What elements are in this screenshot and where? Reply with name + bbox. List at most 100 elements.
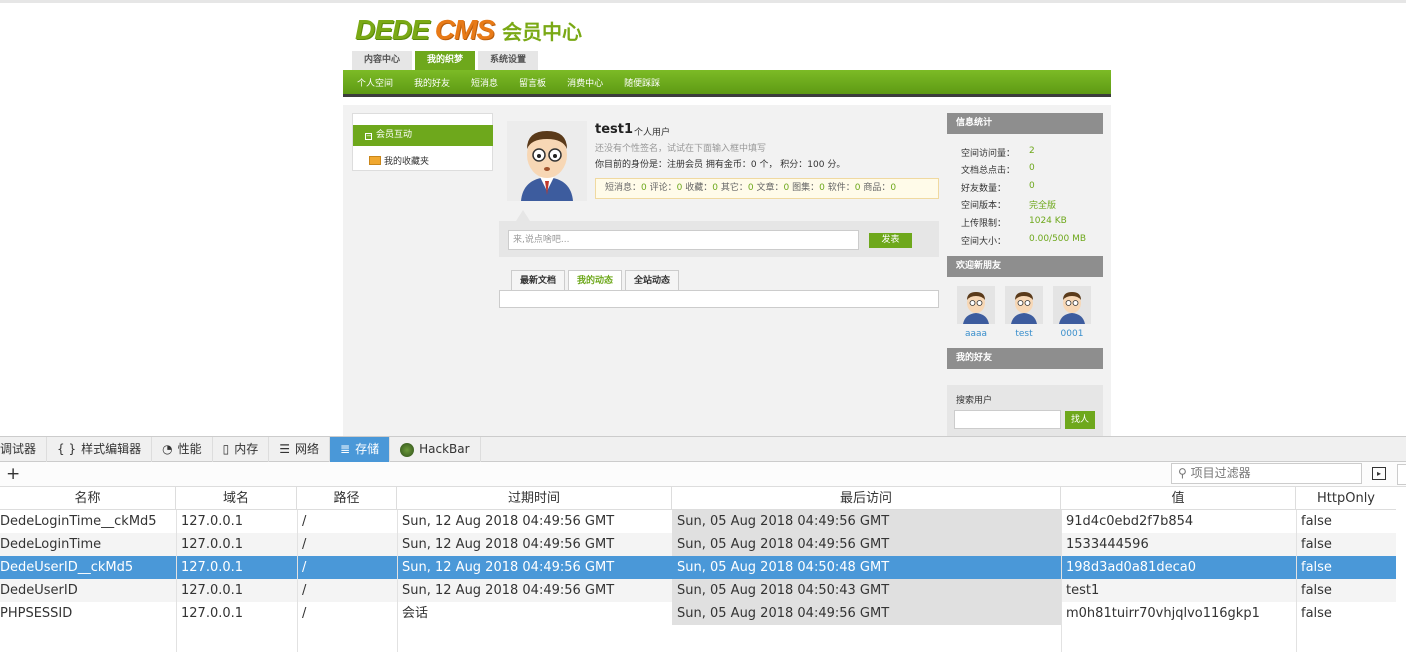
tab-storage[interactable]: ≣ 存储 — [330, 437, 391, 462]
storage-icon: ≣ — [340, 442, 351, 456]
left-menu-active-label: 会员互动 — [376, 130, 413, 140]
column-last-accessed[interactable]: 最后访问 — [672, 487, 1061, 510]
cell-httponly: false — [1301, 583, 1332, 598]
info-stat-label: 空间访问量： — [961, 149, 1016, 159]
friend-avatar-icon — [957, 286, 995, 324]
cell-last-accessed: Sun, 05 Aug 2018 04:49:56 GMT — [672, 602, 1061, 625]
column-path[interactable]: 路径 — [297, 487, 397, 510]
main-tabs: 内容中心 我的织梦 系统设置 — [352, 51, 539, 70]
left-menu-favorites[interactable]: 我的收藏夹 — [369, 154, 429, 167]
subnav-personal-space[interactable]: 个人空间 — [357, 76, 393, 89]
tab-my-activity[interactable]: 我的动态 — [568, 270, 623, 291]
column-divider — [176, 510, 177, 652]
user-avatar[interactable] — [507, 121, 587, 201]
cell-domain: 127.0.0.1 — [181, 583, 244, 598]
style-editor-label: 样式编辑器 — [81, 442, 142, 456]
tab-system-settings[interactable]: 系统设置 — [478, 51, 539, 70]
info-stat-row: 空间访问量： 2 — [961, 146, 1035, 159]
say-input[interactable]: 来,说点啥吧... — [508, 230, 859, 250]
add-item-icon[interactable]: + — [6, 464, 20, 484]
friend-card[interactable]: 0001 — [1053, 286, 1091, 339]
stat-label: 商品： — [863, 183, 891, 193]
friend-card[interactable]: aaaa — [957, 286, 995, 339]
info-stat-label: 空间版本： — [961, 201, 1007, 211]
left-menu: − 会员互动 我的收藏夹 — [352, 113, 493, 171]
info-stat-row: 好友数量： 0 — [961, 181, 1035, 194]
info-stat-row: 空间大小： 0.00/500 MB — [961, 234, 1086, 247]
column-httponly[interactable]: HttpOnly — [1296, 487, 1396, 510]
storage-label: 存储 — [355, 442, 380, 456]
friend-card[interactable]: test — [1005, 286, 1043, 339]
tab-network[interactable]: ☰ 网络 — [269, 437, 331, 462]
stat-value: 0 — [854, 183, 861, 193]
tab-debugger[interactable]: 调试器 — [0, 437, 48, 462]
user-search-input[interactable] — [954, 410, 1061, 429]
tab-performance[interactable]: ◔ 性能 — [152, 437, 213, 462]
subnav-my-friends[interactable]: 我的好友 — [414, 76, 450, 89]
table-row-selected[interactable]: DedeUserID__ckMd5 127.0.0.1 / Sun, 12 Au… — [0, 556, 1396, 579]
subnav-random-browse[interactable]: 随便踩踩 — [624, 76, 660, 89]
stat-value: 0 — [890, 183, 897, 193]
performance-label: 性能 — [177, 442, 202, 456]
info-stat-value: 0 — [1029, 181, 1035, 191]
table-row[interactable]: PHPSESSID 127.0.0.1 / 会话 Sun, 05 Aug 201… — [0, 602, 1396, 625]
column-expires[interactable]: 过期时间 — [397, 487, 672, 510]
tab-latest-docs[interactable]: 最新文档 — [511, 270, 566, 291]
stat-value: 0 — [783, 183, 790, 193]
cell-path: / — [302, 537, 307, 552]
site-logo[interactable]: DEDE CMS 会员中心 — [355, 14, 582, 46]
tab-content-center[interactable]: 内容中心 — [352, 51, 413, 70]
info-stat-value: 完全版 — [1029, 201, 1057, 211]
column-domain[interactable]: 域名 — [176, 487, 297, 510]
friend-name[interactable]: aaaa — [957, 329, 995, 339]
stat-value: 0 — [712, 183, 718, 193]
table-row[interactable]: DedeLoginTime 127.0.0.1 / Sun, 12 Aug 20… — [0, 533, 1396, 556]
subnav-consumption-center[interactable]: 消费中心 — [567, 76, 603, 89]
tab-hackbar[interactable]: HackBar — [390, 437, 481, 462]
friend-avatar — [1005, 286, 1043, 324]
cell-expires: 会话 — [402, 606, 429, 621]
sub-nav: 个人空间 我的好友 短消息 留言板 消费中心 随便踩踩 — [343, 70, 1111, 94]
cell-domain: 127.0.0.1 — [181, 560, 244, 575]
stat-value: 0 — [819, 183, 825, 193]
cell-name: DedeLoginTime__ckMd5 — [0, 514, 157, 529]
table-row[interactable]: DedeLoginTime__ckMd5 127.0.0.1 / Sun, 12… — [0, 510, 1396, 533]
friend-avatar-icon — [1053, 286, 1091, 324]
subnav-guestbook[interactable]: 留言板 — [519, 76, 546, 89]
filter-input[interactable]: ⚲ 项目过滤器 — [1171, 463, 1362, 484]
toggle-sidebar-icon[interactable]: ▸ — [1372, 467, 1386, 480]
find-user-button[interactable]: 找人 — [1065, 411, 1095, 429]
column-name[interactable]: 名称 — [0, 487, 176, 510]
cell-httponly: false — [1301, 560, 1332, 575]
stat-label: 评论： — [649, 183, 677, 193]
info-stat-label: 空间大小： — [961, 237, 1007, 247]
cell-domain: 127.0.0.1 — [181, 606, 244, 621]
left-menu-member-interaction[interactable]: − 会员互动 — [353, 125, 493, 146]
cell-path: / — [302, 514, 307, 529]
table-row[interactable]: DedeUserID 127.0.0.1 / Sun, 12 Aug 2018 … — [0, 579, 1396, 602]
tab-memory[interactable]: ▯ 内存 — [213, 437, 270, 462]
avatar-cartoon-icon — [507, 121, 587, 201]
info-stat-value: 1024 KB — [1029, 216, 1067, 226]
left-menu-favorites-label: 我的收藏夹 — [384, 157, 430, 167]
friend-name[interactable]: 0001 — [1053, 329, 1091, 339]
cell-domain: 127.0.0.1 — [181, 537, 244, 552]
info-stat-row: 文档总点击： 0 — [961, 163, 1035, 176]
user-signature: 还没有个性签名，试试在下面输入框中填写 — [595, 144, 767, 154]
memory-label: 内存 — [234, 442, 259, 456]
column-value[interactable]: 值 — [1061, 487, 1296, 510]
feed-panel — [499, 290, 939, 308]
cell-expires: Sun, 12 Aug 2018 04:49:56 GMT — [402, 583, 615, 598]
logo-member-center-text: 会员中心 — [502, 19, 583, 44]
tab-style-editor[interactable]: { } 样式编辑器 — [47, 437, 153, 462]
table-scrollbar[interactable] — [1396, 487, 1406, 652]
cell-last-accessed: Sun, 05 Aug 2018 04:49:56 GMT — [672, 510, 1061, 533]
tab-site-activity[interactable]: 全站动态 — [625, 270, 680, 291]
stat-label: 文章： — [756, 183, 784, 193]
logo-dede-text: DEDE — [355, 14, 430, 45]
post-button[interactable]: 发表 — [869, 233, 912, 248]
tab-my-dede[interactable]: 我的织梦 — [415, 51, 476, 70]
friend-name[interactable]: test — [1005, 329, 1043, 339]
feed-tabs: 最新文档 我的动态 全站动态 — [511, 270, 680, 291]
subnav-messages[interactable]: 短消息 — [471, 76, 498, 89]
